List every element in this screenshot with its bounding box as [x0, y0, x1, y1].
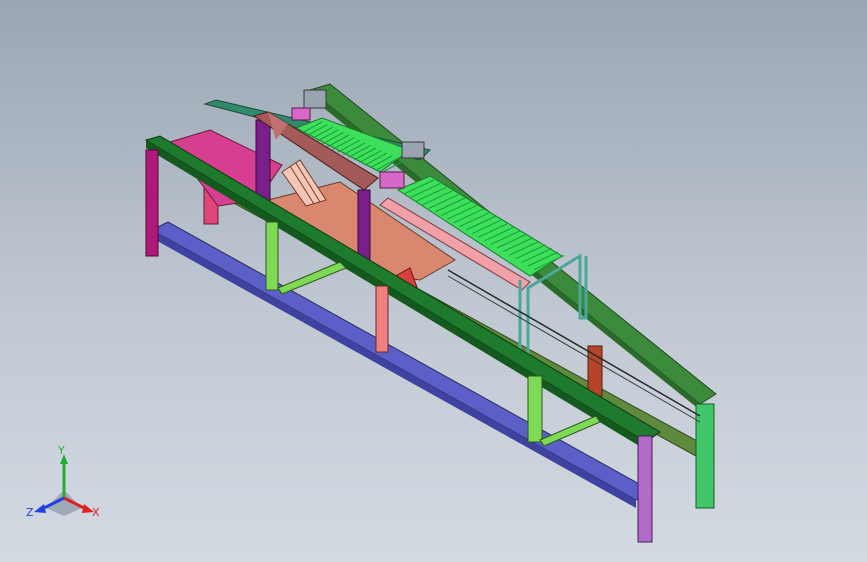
- conveyor-assembly-model[interactable]: [0, 0, 867, 562]
- front-leg-3[interactable]: [375, 285, 389, 353]
- y-axis-label: Y: [57, 446, 65, 457]
- front-leg-4[interactable]: [527, 375, 543, 443]
- rear-leg-mid[interactable]: [587, 345, 603, 397]
- axis-triad: Y X Z: [26, 446, 100, 519]
- motor-upper[interactable]: [291, 89, 327, 121]
- front-leg-5[interactable]: [637, 435, 653, 543]
- rear-leg-right[interactable]: [695, 403, 715, 509]
- front-crossbar-1[interactable]: [277, 261, 347, 295]
- front-leg-1[interactable]: [145, 149, 159, 257]
- x-axis-label: X: [92, 506, 100, 519]
- front-crossbar-2[interactable]: [539, 415, 601, 447]
- z-axis-label: Z: [26, 506, 34, 519]
- graphics-viewport[interactable]: Y X Z: [0, 0, 867, 562]
- front-leg-2[interactable]: [265, 221, 279, 291]
